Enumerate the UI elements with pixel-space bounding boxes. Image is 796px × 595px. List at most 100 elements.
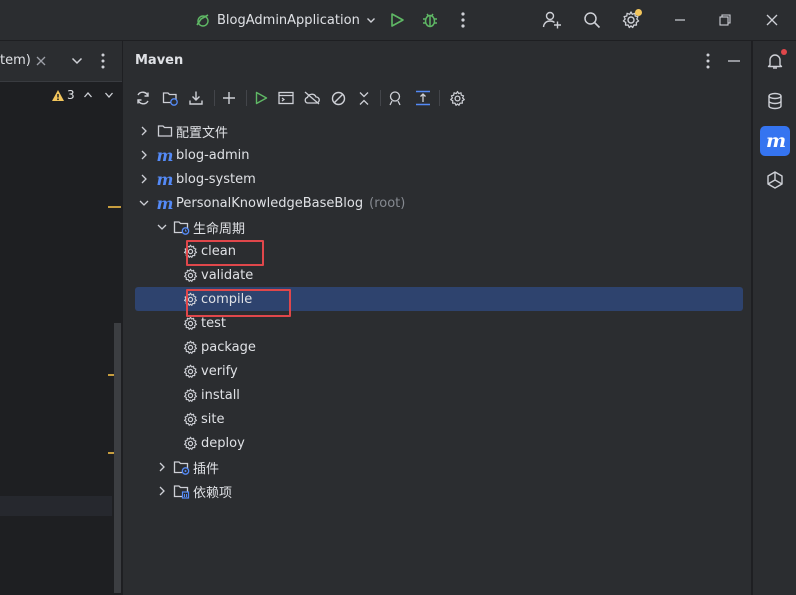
goal-verify[interactable]: verify [135,359,743,383]
maven-title: Maven [135,53,184,68]
goal-label: install [201,387,240,403]
restore-icon [719,14,731,26]
run-button[interactable] [386,9,408,31]
chevron-right-icon[interactable] [137,124,151,138]
goal-label: test [201,315,226,331]
database-button[interactable] [760,86,790,116]
tree-item-label: 配置文件 [176,125,229,141]
root-suffix: (root) [369,195,406,211]
search-button[interactable] [580,8,604,32]
maven-module-icon: m [156,193,174,213]
goal-validate[interactable]: validate [135,263,743,287]
warning-stripe-marker[interactable] [108,206,121,208]
minimize-icon [728,60,740,62]
more-vertical-icon [706,53,710,69]
toggle-offline-mode-button[interactable] [300,85,324,111]
goal-label: compile [201,291,253,307]
notification-dot [635,9,642,16]
goal-package[interactable]: package [135,335,743,359]
tree-item-root-project[interactable]: m PersonalKnowledgeBaseBlog (root) [135,191,743,215]
goal-install[interactable]: install [135,383,743,407]
add-maven-project-button[interactable] [217,85,241,111]
spring-boot-icon [194,11,212,29]
close-tab-icon[interactable] [36,55,46,70]
goal-deploy[interactable]: deploy [135,431,743,455]
goal-clean[interactable]: clean [135,239,743,263]
maven-settings-button[interactable] [445,85,469,111]
run-icon [391,13,404,27]
next-highlight-icon[interactable] [104,89,114,104]
show-diagram-button[interactable] [411,85,435,111]
terminal-icon [278,91,294,105]
bell-icon [767,54,783,69]
cloud-offline-icon [304,91,320,105]
download-icon [189,91,203,105]
add-user-icon [542,11,561,29]
title-bar: BlogAdminApplication [0,0,796,41]
chevron-down-icon[interactable] [137,196,151,210]
hide-panel-button[interactable] [727,54,741,72]
execute-maven-goal-button[interactable] [274,85,298,111]
goal-test[interactable]: test [135,311,743,335]
tree-item-profiles[interactable]: 配置文件 [135,119,743,143]
goal-site[interactable]: site [135,407,743,431]
tree-item-blog-admin[interactable]: m blog-admin [135,143,743,167]
goal-gear-icon [183,412,198,427]
editor-caret-line [0,496,112,516]
download-sources-button[interactable] [184,85,208,111]
tree-item-blog-system[interactable]: m blog-system [135,167,743,191]
restore-button[interactable] [714,9,736,31]
tree-item-label: blog-system [176,171,256,187]
close-icon [766,14,778,26]
close-window-button[interactable] [761,9,783,31]
chevron-down-icon[interactable] [155,220,169,234]
gear-icon [449,90,465,106]
chevron-right-icon[interactable] [155,460,169,474]
goal-compile[interactable]: compile [135,287,743,311]
analyze-dependencies-icon [389,91,401,106]
editor-tab-label[interactable]: tem) [0,53,31,68]
debug-button[interactable] [419,9,441,31]
maven-options-button[interactable] [706,53,710,73]
chevron-right-icon[interactable] [155,484,169,498]
skip-tests-icon [331,91,345,105]
search-icon [584,12,601,29]
tree-item-label: 生命周期 [193,221,246,237]
toolbar-separator [380,90,381,106]
collapse-all-button[interactable] [352,85,376,111]
tree-item-plugins[interactable]: 插件 [135,455,743,479]
tree-item-label: blog-admin [176,147,250,163]
more-actions-button[interactable] [454,9,472,31]
settings-button[interactable] [619,8,643,32]
goal-gear-icon [183,316,198,331]
goal-label: site [201,411,225,427]
ai-assistant-button[interactable] [760,165,790,195]
add-user-button[interactable] [540,8,564,32]
tab-list-chevron-icon[interactable] [71,55,83,70]
analyze-dependencies-button[interactable] [384,85,408,111]
tree-item-dependencies[interactable]: 依赖项 [135,479,743,503]
editor-area: tem) 3 [0,41,123,595]
editor-scrollbar[interactable] [114,323,121,593]
inspection-widget[interactable]: 3 [51,87,75,103]
run-icon [255,91,268,105]
run-config-selector[interactable]: BlogAdminApplication [194,9,376,31]
tab-more-icon[interactable] [101,53,105,73]
previous-highlight-icon[interactable] [83,89,93,104]
chevron-right-icon[interactable] [137,148,151,162]
tree-item-lifecycle[interactable]: 生命周期 [135,215,743,239]
maven-tool-button[interactable]: m [760,126,790,156]
folder-icon [157,124,173,138]
goal-label: clean [201,243,236,259]
reload-projects-button[interactable] [131,85,155,111]
notifications-button[interactable] [760,46,790,76]
toolbar-separator [439,90,440,106]
goal-label: package [201,339,256,355]
minimize-button[interactable] [669,9,691,31]
maven-toolbar [123,85,751,113]
goal-label: verify [201,363,238,379]
skip-tests-button[interactable] [326,85,350,111]
run-maven-build-button[interactable] [249,85,273,111]
chevron-right-icon[interactable] [137,172,151,186]
reload-folders-button[interactable] [158,85,182,111]
